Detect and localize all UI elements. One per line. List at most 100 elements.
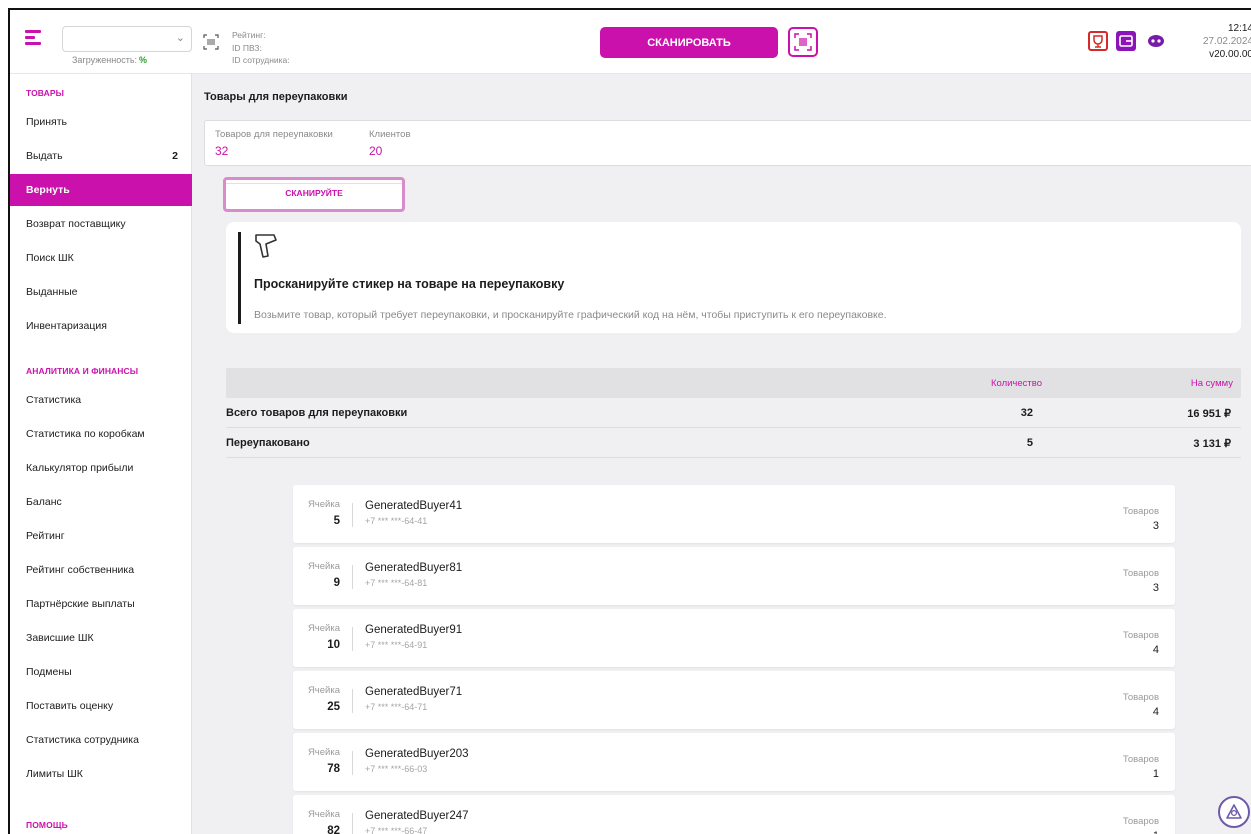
- sidebar-item-label: Статистика: [26, 394, 82, 406]
- wallet-icon[interactable]: [1116, 31, 1136, 51]
- employee-id-label: ID сотрудника:: [232, 55, 290, 65]
- hint-title: Просканируйте стикер на товаре на переуп…: [254, 277, 565, 291]
- sidebar-item-barcode-limits[interactable]: Лимиты ШК: [10, 758, 192, 790]
- stat-clients-value: 20: [369, 144, 383, 158]
- stat-clients-label: Клиентов: [369, 129, 411, 140]
- stat-clients: Клиентов 20: [369, 129, 411, 158]
- row-qty: 32: [1020, 407, 1033, 419]
- sidebar-item-barcode-search[interactable]: Поиск ШК: [10, 242, 192, 274]
- scanner-icon: [255, 234, 277, 258]
- goods-label: Товаров: [1122, 568, 1159, 579]
- sidebar-item-label: Вернуть: [26, 184, 70, 196]
- sidebar-item-issue[interactable]: Выдать 2: [10, 140, 192, 172]
- client-row[interactable]: Ячейка 5 GeneratedBuyer41 +7 *** ***-64-…: [293, 485, 1175, 543]
- goods-label: Товаров: [1122, 692, 1159, 703]
- sidebar-item-label: Возврат поставщику: [26, 218, 126, 230]
- client-phone: +7 *** ***-64-41: [365, 516, 428, 526]
- client-row[interactable]: Ячейка 9 GeneratedBuyer81 +7 *** ***-64-…: [293, 547, 1175, 605]
- sidebar-item-rating[interactable]: Рейтинг: [10, 520, 192, 552]
- divider: [352, 813, 353, 834]
- client-row[interactable]: Ячейка 25 GeneratedBuyer71 +7 *** ***-64…: [293, 671, 1175, 729]
- col-sum: На сумму: [1190, 378, 1233, 389]
- scan-hint-card: Просканируйте стикер на товаре на переуп…: [226, 222, 1241, 333]
- page-title: Товары для переупаковки: [204, 91, 348, 103]
- sidebar-item-inventory[interactable]: Инвентаризация: [10, 310, 192, 342]
- row-label: Переупаковано: [226, 437, 310, 449]
- client-row[interactable]: Ячейка 10 GeneratedBuyer91 +7 *** ***-64…: [293, 609, 1175, 667]
- goods-count: 3: [1152, 582, 1159, 594]
- section-title-goods: ТОВАРЫ: [26, 88, 65, 98]
- help-button[interactable]: [1218, 796, 1250, 828]
- divider: [352, 565, 353, 589]
- sidebar-item-label: Подмены: [26, 666, 72, 678]
- sidebar-item-partner-payouts[interactable]: Партнёрские выплаты: [10, 588, 192, 620]
- client-name: GeneratedBuyer41: [365, 500, 463, 512]
- barcode-scan-icon: [794, 33, 812, 51]
- cell-label: Ячейка: [307, 623, 340, 634]
- top-bar: ⌄ Загруженность:% Рейтинг: ID ПВЗ: ID со…: [10, 10, 1251, 74]
- sidebar-item-supplier-return[interactable]: Возврат поставщику: [10, 208, 192, 240]
- sidebar-item-owner-rating[interactable]: Рейтинг собственника: [10, 554, 192, 586]
- pvz-select[interactable]: ⌄: [62, 26, 192, 52]
- cell-label: Ячейка: [307, 685, 340, 696]
- time: 12:14: [1227, 23, 1251, 34]
- row-sum: 16 951 ₽: [1187, 408, 1231, 420]
- divider: [352, 627, 353, 651]
- sidebar-item-box-statistics[interactable]: Статистика по коробкам: [10, 418, 192, 450]
- sidebar-item-accept[interactable]: Принять: [10, 106, 192, 138]
- sidebar: ТОВАРЫ Принять Выдать 2 Вернуть Возврат п…: [10, 74, 192, 834]
- manual-scan-button[interactable]: [788, 27, 818, 57]
- sidebar-item-label: Рейтинг: [26, 530, 65, 542]
- sidebar-item-return[interactable]: Вернуть: [10, 174, 192, 206]
- scan-button[interactable]: СКАНИРОВАТЬ: [600, 27, 778, 58]
- sidebar-item-label: Статистика сотрудника: [26, 734, 139, 746]
- cell-label: Ячейка: [307, 809, 340, 820]
- goods-label: Товаров: [1122, 630, 1159, 641]
- stat-goods-label: Товаров для переупаковки: [215, 129, 333, 140]
- cell-label: Ячейка: [307, 499, 340, 510]
- sidebar-item-substitutions[interactable]: Подмены: [10, 656, 192, 688]
- sidebar-item-issued[interactable]: Выданные: [10, 276, 192, 308]
- app-window: ⌄ Загруженность:% Рейтинг: ID ПВЗ: ID со…: [8, 8, 1251, 834]
- sidebar-item-employee-statistics[interactable]: Статистика сотрудника: [10, 724, 192, 756]
- client-row[interactable]: Ячейка 78 GeneratedBuyer203 +7 *** ***-6…: [293, 733, 1175, 791]
- goods-label: Товаров: [1122, 506, 1159, 517]
- cup-icon[interactable]: [1088, 31, 1108, 51]
- cell-number: 78: [327, 763, 340, 775]
- goods-count: 3: [1152, 520, 1159, 532]
- client-name: GeneratedBuyer81: [365, 562, 463, 574]
- hint-accent-bar: [238, 232, 241, 324]
- client-phone: +7 *** ***-64-91: [365, 640, 428, 650]
- scan-tab[interactable]: СКАНИРУЙТЕ: [223, 177, 405, 212]
- barcode-icon[interactable]: [203, 34, 219, 50]
- sidebar-item-statistics[interactable]: Статистика: [10, 384, 192, 416]
- count-badge: 2: [172, 150, 178, 162]
- sidebar-item-label: Партнёрские выплаты: [26, 598, 135, 610]
- stat-goods-value: 32: [215, 144, 229, 158]
- pvz-id-label: ID ПВЗ:: [232, 42, 262, 53]
- sidebar-item-label: Лимиты ШК: [26, 768, 83, 780]
- sidebar-item-balance[interactable]: Баланс: [10, 486, 192, 518]
- row-sum: 3 131 ₽: [1193, 438, 1231, 450]
- workload-label: Загруженность:: [72, 55, 138, 65]
- client-row[interactable]: Ячейка 82 GeneratedBuyer247 +7 *** ***-6…: [293, 795, 1175, 834]
- chat-bot-icon[interactable]: [1146, 31, 1166, 51]
- menu-icon[interactable]: [25, 29, 43, 47]
- sidebar-item-label: Баланс: [26, 496, 62, 508]
- sidebar-item-stuck-barcodes[interactable]: Зависшие ШК: [10, 622, 192, 654]
- goods-label: Товаров: [1122, 754, 1159, 765]
- rating-label: Рейтинг:: [232, 30, 266, 40]
- client-phone: +7 *** ***-64-81: [365, 578, 428, 588]
- cell-label: Ячейка: [307, 561, 340, 572]
- client-name: GeneratedBuyer203: [365, 748, 469, 760]
- workload-value: %: [139, 55, 148, 65]
- cell-number: 82: [327, 825, 340, 834]
- goods-count: 1: [1152, 768, 1159, 780]
- summary-header: Количество На сумму: [226, 368, 1241, 398]
- sidebar-item-rate[interactable]: Поставить оценку: [10, 690, 192, 722]
- sidebar-item-label: Калькулятор прибыли: [26, 462, 134, 474]
- sidebar-item-label: Поставить оценку: [26, 700, 114, 712]
- sidebar-item-label: Выдать: [26, 150, 63, 162]
- sidebar-item-profit-calculator[interactable]: Калькулятор прибыли: [10, 452, 192, 484]
- sidebar-item-label: Зависшие ШК: [26, 632, 94, 644]
